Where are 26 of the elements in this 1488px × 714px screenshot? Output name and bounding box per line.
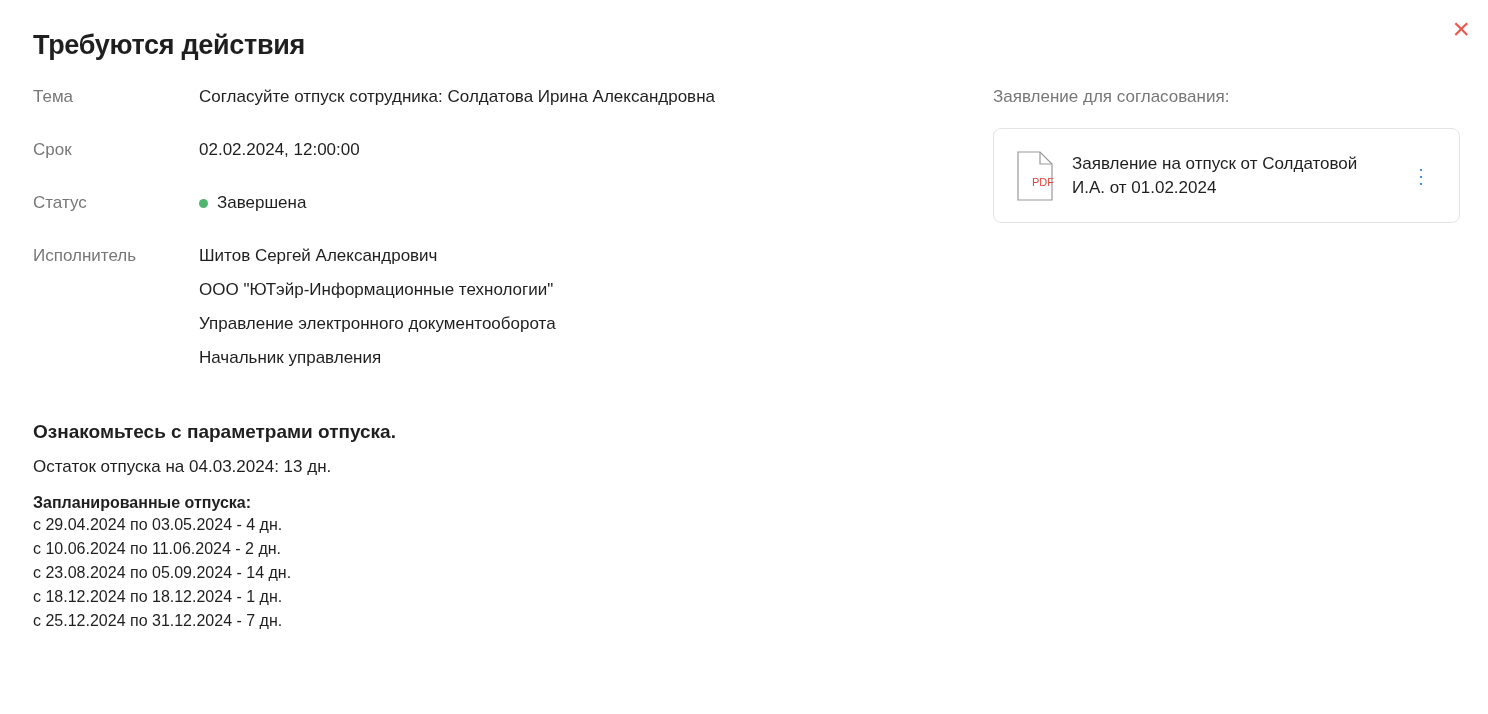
field-value: ООО "ЮТэйр-Информационные технологии": [199, 279, 554, 301]
field-value: Завершена: [217, 192, 307, 214]
field-label: Тема: [33, 86, 75, 108]
close-button[interactable]: ×: [1448, 14, 1474, 44]
pdf-file-icon: PDF: [1016, 150, 1056, 201]
attachment-card[interactable]: PDF Заявление на отпуск от Солдатовой И.А. от 01.02.2024 ⋮: [993, 128, 1460, 223]
field-value: Начальник управления: [199, 347, 382, 369]
field-label: Статус: [33, 192, 88, 214]
planned-title: Запланированные отпуска:: [33, 493, 253, 513]
field-value: 02.02.2024, 12:00:00: [199, 139, 360, 161]
attachment-name: Заявление на отпуск от Солдатовой И.А. от 01.02.2024: [1072, 152, 1359, 199]
planned-vacation: с 29.04.2024 по 03.05.2024 - 4 дн.: [33, 515, 284, 535]
planned-vacation: с 23.08.2024 по 05.09.2024 - 14 дн.: [33, 563, 293, 583]
balance-text: Остаток отпуска на 04.03.2024: 13 дн.: [33, 456, 333, 478]
field-value: Согласуйте отпуск сотрудника: Солдатова Ирина Александровна: [199, 86, 715, 108]
attachment-heading: Заявление для согласования:: [993, 86, 1230, 108]
planned-vacation: с 25.12.2024 по 31.12.2024 - 7 дн.: [33, 611, 284, 631]
dialog-title: Требуются действия: [33, 29, 306, 62]
field-value: Шитов Сергей Александрович: [199, 245, 438, 267]
planned-vacation: с 10.06.2024 по 11.06.2024 - 2 дн.: [33, 539, 283, 559]
planned-vacation: с 18.12.2024 по 18.12.2024 - 1 дн.: [33, 587, 284, 607]
more-menu-button[interactable]: ⋮: [1411, 165, 1431, 186]
section-heading: Ознакомьтесь с параметрами отпуска.: [33, 420, 396, 444]
field-label: Срок: [33, 139, 73, 161]
field-label: Исполнитель: [33, 245, 138, 267]
field-value: Управление электронного документооборота: [199, 313, 556, 335]
